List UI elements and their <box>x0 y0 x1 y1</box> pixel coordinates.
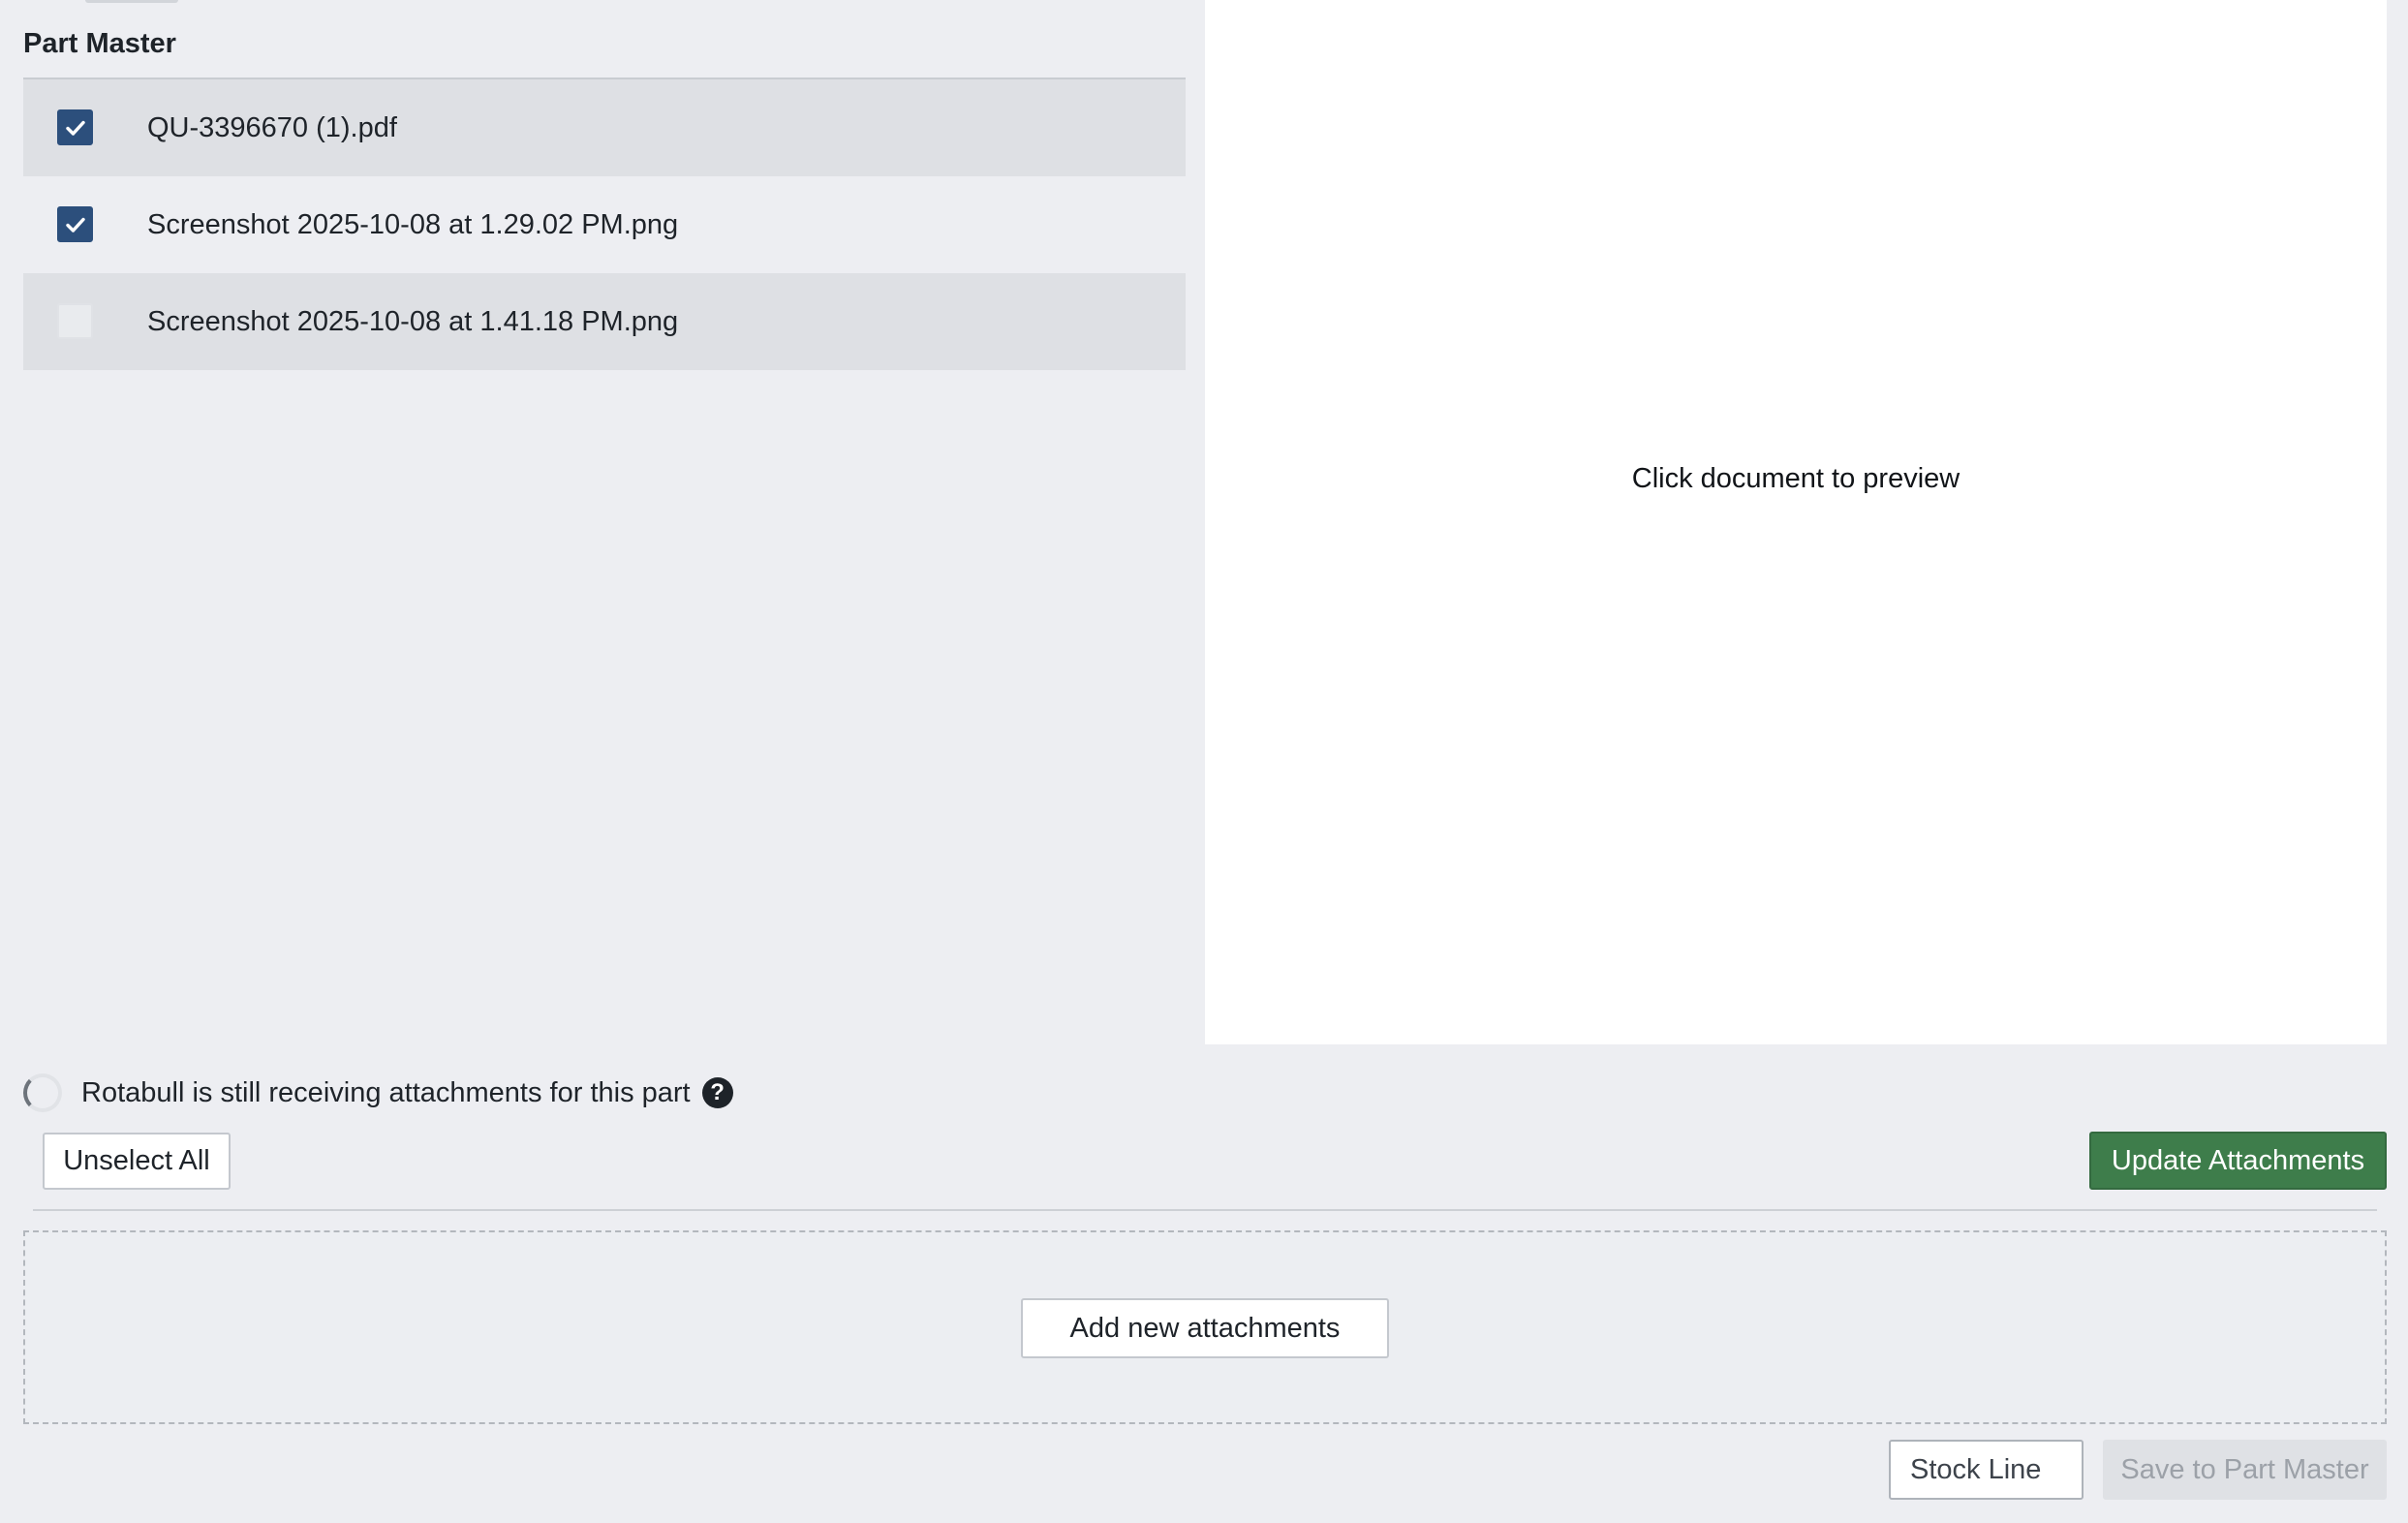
add-new-attachments-button[interactable]: Add new attachments <box>1021 1298 1389 1358</box>
attachment-row[interactable]: Screenshot 2025-10-08 at 1.41.18 PM.png <box>23 273 1186 370</box>
help-icon[interactable]: ? <box>701 1077 733 1108</box>
loading-spinner-icon <box>23 1073 62 1112</box>
update-attachments-button[interactable]: Update Attachments <box>2089 1132 2387 1190</box>
attachment-checkbox[interactable] <box>57 303 93 339</box>
stock-line-field[interactable] <box>1889 1440 2084 1500</box>
attachment-row[interactable]: QU-3396670 (1).pdf <box>23 79 1186 176</box>
attachments-panel: Part Master QU-3396670 (1).pdf Screensho… <box>0 0 2408 1523</box>
checkmark-icon <box>65 120 85 136</box>
receiving-status: Rotabull is still receiving attachments … <box>23 1073 733 1112</box>
attachment-name[interactable]: Screenshot 2025-10-08 at 1.29.02 PM.png <box>147 176 678 273</box>
attachment-row[interactable]: Screenshot 2025-10-08 at 1.29.02 PM.png <box>23 176 1186 273</box>
attachment-checkbox[interactable] <box>57 206 93 242</box>
attachment-list-pane: Part Master QU-3396670 (1).pdf Screensho… <box>23 0 1186 1044</box>
section-title: Part Master <box>23 28 176 59</box>
attachment-list: QU-3396670 (1).pdf Screenshot 2025-10-08… <box>23 78 1186 370</box>
checkmark-icon <box>65 217 85 233</box>
status-text: Rotabull is still receiving attachments … <box>81 1076 691 1108</box>
preview-placeholder: Click document to preview <box>1631 463 1960 494</box>
attachment-name[interactable]: QU-3396670 (1).pdf <box>147 79 397 176</box>
unselect-all-button[interactable]: Unselect All <box>43 1133 231 1190</box>
save-to-part-master-button[interactable]: Save to Part Master <box>2103 1440 2387 1500</box>
document-preview-pane: Click document to preview <box>1205 0 2387 1044</box>
attachment-checkbox[interactable] <box>57 109 93 145</box>
attachment-name[interactable]: Screenshot 2025-10-08 at 1.41.18 PM.png <box>147 273 678 370</box>
divider <box>33 1209 2377 1211</box>
